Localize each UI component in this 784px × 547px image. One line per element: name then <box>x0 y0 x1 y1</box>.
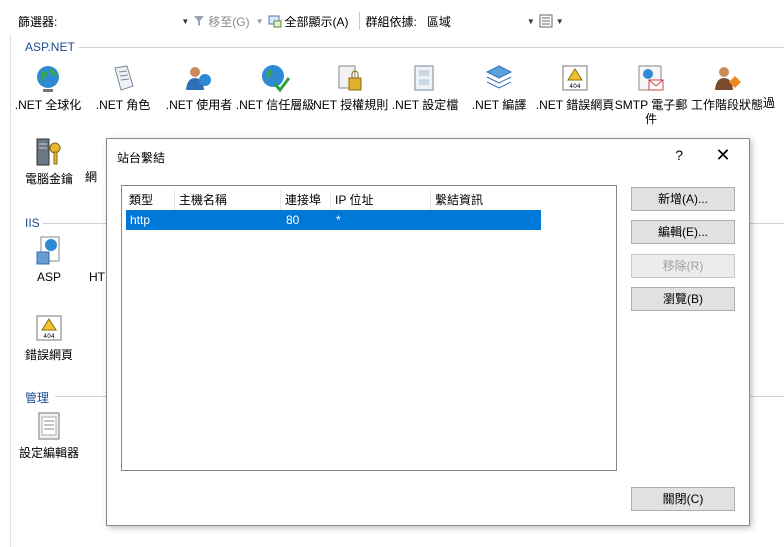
feature-net-trust-levels[interactable]: .NET 信任層級 <box>235 62 315 112</box>
feature-label: 工作階段狀態 <box>690 98 763 112</box>
feature-label: .NET 角色 <box>95 98 151 112</box>
smtp-icon <box>638 65 664 91</box>
feature-label: 設定編輯器 <box>18 446 79 460</box>
close-button[interactable]: 關閉(C) <box>631 487 735 511</box>
roles-icon <box>114 65 134 91</box>
feature-asp[interactable]: ASP <box>9 234 89 284</box>
show-all-icon <box>268 15 282 28</box>
edit-button[interactable]: 編輯(E)... <box>631 220 735 244</box>
feature-net-authorization-rules[interactable]: .NET 授權規則 <box>309 62 389 112</box>
feature-partial-next[interactable]: 過 <box>763 96 783 110</box>
feature-session-state[interactable]: 工作階段狀態 <box>687 62 767 112</box>
help-button[interactable]: ? <box>675 147 683 163</box>
feature-label: .NET 編譯 <box>471 98 527 112</box>
config-editor-icon <box>38 412 60 440</box>
bindings-list[interactable]: 類型 主機名稱 連接埠 IP 位址 繫結資訊 http 80 * <box>121 185 617 471</box>
column-header-type[interactable]: 類型 <box>125 190 175 210</box>
dialog-title: 站台繫結 <box>117 151 166 165</box>
profile-icon <box>414 65 434 91</box>
trust-globe-icon <box>262 65 291 93</box>
feature-label: HT <box>89 270 105 284</box>
feature-partial-2[interactable]: 網 <box>85 170 105 184</box>
section-management[interactable]: 管理 <box>25 389 49 406</box>
toolbar-separator <box>358 12 360 30</box>
feature-smtp-email[interactable]: SMTP 電子郵件 <box>611 62 691 126</box>
feature-label: SMTP 電子郵件 <box>614 98 688 126</box>
column-header-host[interactable]: 主機名稱 <box>175 190 281 210</box>
error-page-icon: 404 <box>562 65 588 91</box>
feature-label: .NET 設定檔 <box>391 98 459 112</box>
toolbar: 篩選器: ▼ 移至(G) ▼ 全部顯示(A) 群組依據: 區域 ▼ ▼ <box>10 8 784 34</box>
column-header-port[interactable]: 連接埠 <box>281 190 331 210</box>
go-label: 移至(G) <box>208 14 250 29</box>
feature-net-globalization[interactable]: .NET 全球化 <box>8 62 88 112</box>
view-icon <box>539 14 553 28</box>
users-icon <box>186 67 211 90</box>
feature-label: .NET 信任層級 <box>235 98 315 112</box>
go-dropdown-icon[interactable]: ▼ <box>256 17 264 26</box>
svg-text:404: 404 <box>43 333 55 340</box>
filter-dropdown-icon[interactable]: ▼ <box>181 17 189 26</box>
cell-port: 80 <box>286 213 300 227</box>
funnel-icon <box>194 16 205 26</box>
svg-text:404: 404 <box>569 83 581 90</box>
feature-label: 電腦金鑰 <box>24 172 73 186</box>
feature-label: 錯誤網頁 <box>24 348 73 362</box>
feature-label: ASP <box>36 270 61 284</box>
session-state-icon <box>715 67 741 90</box>
add-button[interactable]: 新增(A)... <box>631 187 735 211</box>
filter-input[interactable] <box>63 10 182 32</box>
feature-label: 網 <box>85 170 98 184</box>
feature-error-pages[interactable]: 404 錯誤網頁 <box>9 312 89 362</box>
table-row[interactable]: http 80 * <box>126 210 541 230</box>
cell-ip: * <box>336 213 341 227</box>
feature-label: .NET 授權規則 <box>309 98 389 112</box>
cell-binding-info <box>432 210 541 230</box>
feature-label: 過 <box>763 96 776 110</box>
show-all-label: 全部顯示(A) <box>284 14 349 29</box>
error-page-icon: 404 <box>36 315 62 341</box>
site-bindings-dialog: 站台繫結 ? ✕ 類型 主機名稱 連接埠 IP 位址 繫結資訊 http 80 … <box>106 138 750 526</box>
group-by-select[interactable]: 區域 <box>421 11 527 31</box>
cell-type: http <box>130 213 151 227</box>
show-all-button[interactable]: 全部顯示(A) <box>268 13 349 30</box>
feature-net-error-pages[interactable]: 404 .NET 錯誤網頁 <box>535 62 615 112</box>
feature-machine-key[interactable]: 電腦金鑰 <box>9 136 89 186</box>
browse-button[interactable]: 瀏覽(B) <box>631 287 735 311</box>
feature-net-profile[interactable]: .NET 設定檔 <box>385 62 465 112</box>
asp-icon <box>36 236 60 265</box>
compilation-icon <box>485 65 513 89</box>
group-by-dropdown-icon[interactable]: ▼ <box>527 17 535 26</box>
group-by-label: 群組依據: <box>365 14 417 29</box>
remove-button[interactable]: 移除(R) <box>631 254 735 278</box>
view-button[interactable]: ▼ <box>539 14 568 28</box>
cell-host <box>176 210 282 230</box>
section-aspnet[interactable]: ASP.NET <box>25 40 75 54</box>
feature-net-compilation[interactable]: .NET 編譯 <box>459 62 539 112</box>
authorization-icon <box>338 65 362 91</box>
close-icon[interactable]: ✕ <box>713 145 733 165</box>
list-header: 類型 主機名稱 連接埠 IP 位址 繫結資訊 <box>125 190 541 210</box>
globe-icon <box>37 66 59 92</box>
section-divider <box>79 47 784 48</box>
filter-label: 篩選器: <box>18 14 58 29</box>
go-button[interactable]: 移至(G) <box>193 13 250 30</box>
feature-net-users[interactable]: .NET 使用者 <box>159 62 239 112</box>
section-iis[interactable]: IIS <box>25 216 40 230</box>
feature-label: .NET 全球化 <box>14 98 82 112</box>
machine-key-icon <box>36 138 61 166</box>
feature-label: .NET 使用者 <box>165 98 233 112</box>
column-header-ip[interactable]: IP 位址 <box>331 190 431 210</box>
feature-label: .NET 錯誤網頁 <box>535 98 615 112</box>
column-header-binding-info[interactable]: 繫結資訊 <box>431 190 541 210</box>
view-dropdown-icon: ▼ <box>555 16 564 26</box>
feature-config-editor[interactable]: 設定編輯器 <box>9 410 89 460</box>
feature-net-roles[interactable]: .NET 角色 <box>83 62 163 112</box>
